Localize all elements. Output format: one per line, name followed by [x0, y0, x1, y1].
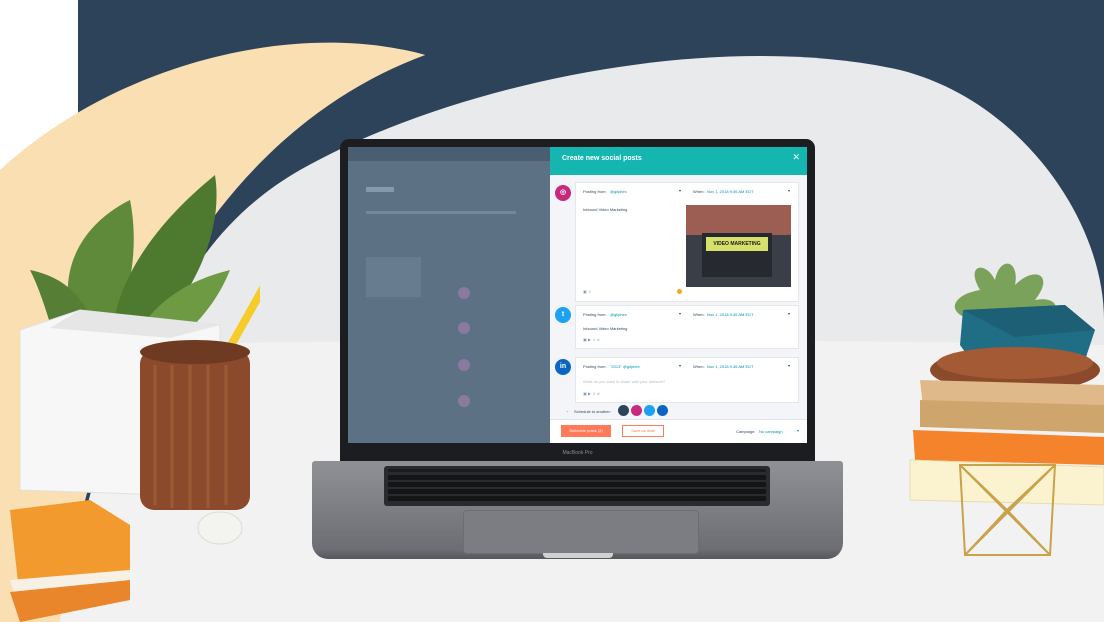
posting-from-account[interactable]: "2013" @gilphex — [610, 364, 640, 369]
image-caption: VIDEO MARKETING — [706, 237, 768, 251]
notebooks-decor — [10, 500, 243, 622]
laptop-brand: MacBook Pro — [562, 450, 593, 456]
post-card-instagram[interactable]: Posting from: @gilphex ▾ When: Nov 1, 20… — [575, 182, 799, 302]
when-value[interactable]: Nov 1, 2018 9:36 AM EDT — [707, 312, 753, 317]
post-card-linkedin[interactable]: Posting from: "2013" @gilphex ▾ When: No… — [575, 357, 799, 403]
when-label: When: — [693, 189, 705, 194]
posting-from-account[interactable]: @gilphex — [610, 312, 627, 317]
background-app — [348, 147, 550, 443]
modal-title: Create new social posts — [562, 155, 642, 162]
when-value[interactable]: Nov 1, 2018 9:36 AM EDT — [707, 189, 753, 194]
post-body[interactable]: Inbound Video Marketing — [583, 207, 627, 212]
emoji-icon[interactable] — [677, 289, 682, 294]
add-icon[interactable]: + — [566, 409, 568, 414]
chevron-down-icon[interactable]: ▾ — [797, 428, 799, 433]
instagram-icon: ◎ — [555, 185, 571, 201]
posting-from-label: Posting from: — [583, 364, 607, 369]
laptop-chin: MacBook Pro — [340, 449, 815, 461]
app-row-avatar — [458, 287, 470, 299]
schedule-another-label: Schedule to another: — [574, 409, 611, 414]
twitter-icon[interactable] — [644, 405, 655, 416]
attach-image-icon[interactable]: ▣ ▶ ☺ # — [583, 391, 600, 396]
when-label: When: — [693, 364, 705, 369]
schedule-posts-button[interactable]: Schedule posts (3) — [561, 425, 611, 437]
posting-from-label: Posting from: — [583, 189, 607, 194]
trackpad — [463, 510, 699, 554]
modal-footer: Schedule posts (3) Save as draft Campaig… — [550, 419, 807, 443]
twitter-icon: t — [555, 307, 571, 323]
app-nav-bar — [348, 147, 550, 161]
facebook-icon[interactable] — [618, 405, 629, 416]
posting-from-label: Posting from: — [583, 312, 607, 317]
keyboard — [384, 466, 770, 506]
when-label: When: — [693, 312, 705, 317]
hero-scene: Create new social posts ✕ ◎ Posting from… — [0, 0, 1104, 622]
chevron-down-icon[interactable]: ▾ — [679, 311, 681, 316]
laptop-notch — [543, 553, 613, 558]
chevron-down-icon[interactable]: ▾ — [788, 188, 790, 193]
create-posts-modal: Create new social posts ✕ ◎ Posting from… — [550, 147, 807, 443]
modal-header: Create new social posts ✕ — [550, 147, 807, 175]
app-filter-blur — [366, 257, 421, 297]
laptop-screen: Create new social posts ✕ ◎ Posting from… — [348, 147, 807, 443]
save-draft-button[interactable]: Save as draft — [622, 425, 664, 437]
post-image: VIDEO MARKETING — [686, 205, 791, 287]
chevron-down-icon[interactable]: ▾ — [788, 363, 790, 368]
campaign-label: Campaign: — [736, 429, 756, 434]
posting-from-account[interactable]: @gilphex — [610, 189, 627, 194]
linkedin-icon: in — [555, 359, 571, 375]
chevron-down-icon[interactable]: ▾ — [679, 188, 681, 193]
post-placeholder[interactable]: What do you want to share with your netw… — [583, 379, 665, 384]
chevron-down-icon[interactable]: ▾ — [788, 311, 790, 316]
instagram-icon[interactable] — [631, 405, 642, 416]
app-tabs-blur — [366, 211, 516, 214]
succulent-books-decor — [909, 263, 1104, 556]
post-card-twitter[interactable]: Posting from: @gilphex ▾ When: Nov 1, 20… — [575, 305, 799, 349]
post-body[interactable]: Inbound Video Marketing — [583, 326, 627, 331]
attach-image-icon[interactable]: ▣ ▶ ☺ # — [583, 337, 600, 342]
linkedin-icon[interactable] — [657, 405, 668, 416]
app-heading-blur — [366, 187, 394, 192]
app-row-avatar — [458, 322, 470, 334]
app-row-avatar — [458, 395, 470, 407]
app-row-avatar — [458, 359, 470, 371]
when-value[interactable]: Nov 1, 2018 9:36 AM EDT — [707, 364, 753, 369]
close-icon[interactable]: ✕ — [792, 153, 800, 162]
chevron-down-icon[interactable]: ▾ — [679, 363, 681, 368]
campaign-value[interactable]: No campaign — [759, 429, 783, 434]
attach-image-icon[interactable]: ▣ ☺ — [583, 289, 592, 294]
